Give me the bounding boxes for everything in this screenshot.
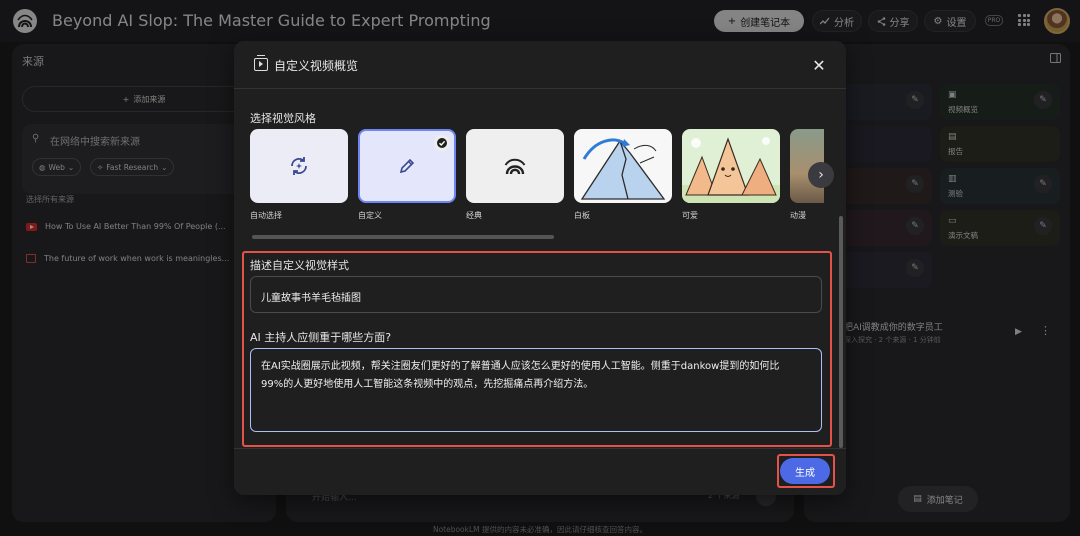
check-icon — [434, 135, 450, 151]
auto-select-icon — [291, 157, 307, 175]
dialog-header: 自定义视频概览 ✕ — [234, 41, 846, 89]
style-option-label: 自定义 — [358, 211, 382, 220]
chevron-right-icon[interactable]: › — [808, 162, 834, 188]
focus-text: 在AI实战圈展示此视频，帮关注圈友们更好的了解普通人应该怎么更好的使用人工智能。… — [261, 358, 813, 394]
customize-video-dialog: 自定义视频概览 ✕ 选择视觉风格 自动选择 自定义 经典 白板 可爱 动漫 › … — [234, 41, 846, 495]
style-option-label: 动漫 — [790, 211, 806, 220]
style-description-value: 儿童故事书羊毛毡插图 — [261, 293, 361, 304]
visual-style-carousel: 自动选择 自定义 经典 白板 可爱 动漫 — [250, 129, 824, 233]
style-option-custom[interactable]: 自定义 — [358, 129, 456, 221]
style-option-label: 经典 — [466, 211, 482, 220]
close-icon[interactable]: ✕ — [808, 54, 830, 76]
dialog-title: 自定义视频概览 — [274, 59, 359, 73]
style-description-input[interactable]: 儿童故事书羊毛毡插图 — [250, 276, 822, 313]
style-option-cute[interactable]: 可爱 — [682, 129, 780, 221]
style-option-label: 可爱 — [682, 211, 698, 220]
style-option-classic[interactable]: 经典 — [466, 129, 564, 221]
whiteboard-illustration — [580, 138, 666, 200]
style-option-label: 白板 — [574, 211, 590, 220]
cute-illustration — [682, 137, 780, 203]
focus-text-line: 99%的人更好地使用人工智能这条视频中的观点，先挖掘痛点再介绍方法。 — [261, 379, 594, 390]
focus-label: AI 主持人应侧重于哪些方面? — [250, 331, 392, 344]
focus-textarea[interactable]: 在AI实战圈展示此视频，帮关注圈友们更好的了解普通人应该怎么更好的使用人工智能。… — [250, 348, 822, 432]
style-option-auto[interactable]: 自动选择 — [250, 129, 348, 221]
style-description-label: 描述自定义视觉样式 — [250, 259, 349, 272]
visual-style-label: 选择视觉风格 — [250, 112, 316, 125]
generate-button[interactable]: 生成 — [780, 458, 830, 484]
dialog-scrollbar[interactable] — [839, 216, 843, 448]
video-overview-icon — [254, 55, 268, 71]
dialog-footer-divider — [234, 448, 846, 449]
style-option-whiteboard[interactable]: 白板 — [574, 129, 672, 221]
focus-text-line: 在AI实战圈展示此视频，帮关注圈友们更好的了解普通人应该怎么更好的使用人工智能。… — [261, 361, 780, 372]
pencil-icon — [399, 158, 415, 174]
notebooklm-logo-icon — [504, 158, 526, 175]
carousel-scrollbar[interactable] — [252, 235, 554, 239]
style-option-label: 自动选择 — [250, 211, 282, 220]
